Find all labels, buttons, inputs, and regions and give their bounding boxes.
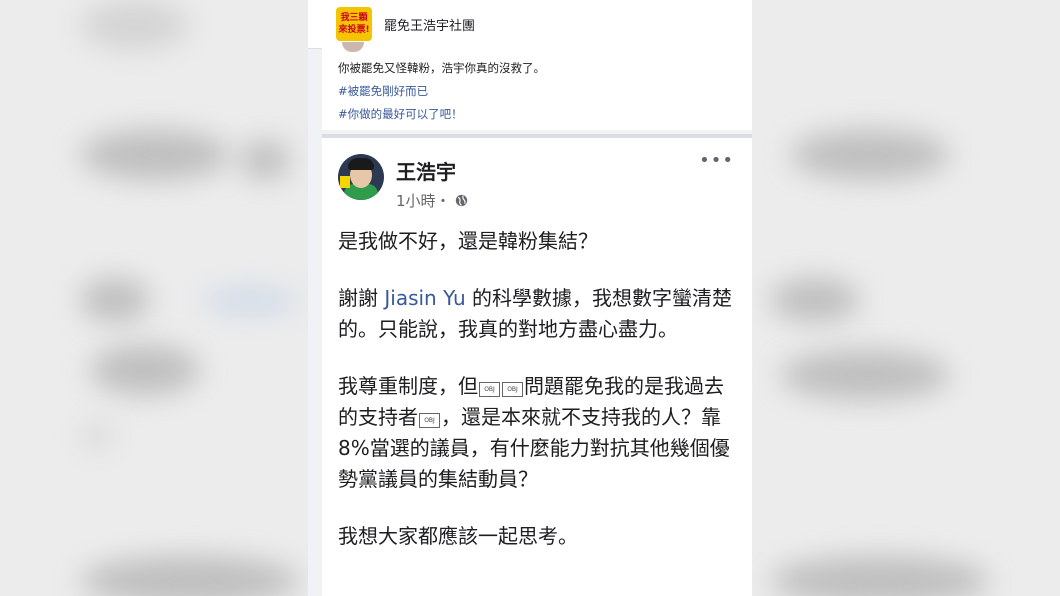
object-replacement-glyph: OBJ	[419, 413, 440, 428]
more-options-icon[interactable]: •••	[699, 152, 734, 170]
user-mention-link[interactable]: Jiasin Yu	[384, 286, 465, 310]
post-body: 是我做不好，還是韓粉集結？ 謝謝 Jiasin Yu 的科學數據，我想數字蠻清楚…	[338, 226, 742, 578]
post-paragraph: 我尊重制度，但 OBJ OBJ 問題罷免我的是我過去的支持者 OBJ ，還是本來就不支持我…	[338, 371, 742, 495]
post-time[interactable]: 1小時・	[396, 190, 451, 211]
group-header: 我三顆 來投票! 罷免王浩宇社團	[308, 0, 752, 49]
object-replacement-glyph: OBJ	[479, 382, 500, 397]
globe-icon	[455, 194, 467, 207]
author-avatar[interactable]	[338, 154, 384, 200]
text-segment: 謝謝	[338, 286, 385, 310]
avatar	[342, 42, 364, 52]
group-name[interactable]: 罷免王浩宇社團	[384, 15, 475, 34]
post-screenshot: 我三顆 來投票! 罷免王浩宇社團 你被罷免又怪韓粉，浩宇你真的沒救了。 #被罷免…	[308, 0, 752, 596]
previous-post: 你被罷免又怪韓粉，浩宇你真的沒救了。 #被罷免剛好而已 #你做的最好可以了吧！	[322, 42, 752, 130]
author-name[interactable]: 王浩宇	[396, 156, 456, 185]
post-meta: 1小時・	[396, 190, 468, 211]
hashtag-link[interactable]: #你做的最好可以了吧！	[338, 106, 463, 122]
post-card: 王浩宇 1小時・ ••• 是我做不好，還是韓粉集結？ 謝謝 Jiasin Yu …	[322, 134, 752, 596]
post-paragraph: 謝謝 Jiasin Yu 的科學數據，我想數字蠻清楚的。只能說，我真的對地方盡心…	[338, 283, 742, 345]
post-paragraph: 是我做不好，還是韓粉集結？	[338, 229, 598, 253]
group-logo-text-2: 來投票!	[338, 25, 370, 35]
object-replacement-glyph: OBJ	[502, 382, 523, 397]
text-segment: 我尊重制度，但	[338, 374, 478, 398]
post-paragraph: 我想大家都應該一起思考。	[338, 524, 578, 548]
group-logo-text-1: 我三顆	[340, 13, 368, 23]
group-logo[interactable]: 我三顆 來投票!	[336, 7, 372, 41]
previous-post-text: 你被罷免又怪韓粉，浩宇你真的沒救了。	[338, 61, 545, 75]
hashtag-link[interactable]: #被罷免剛好而已	[338, 83, 428, 99]
